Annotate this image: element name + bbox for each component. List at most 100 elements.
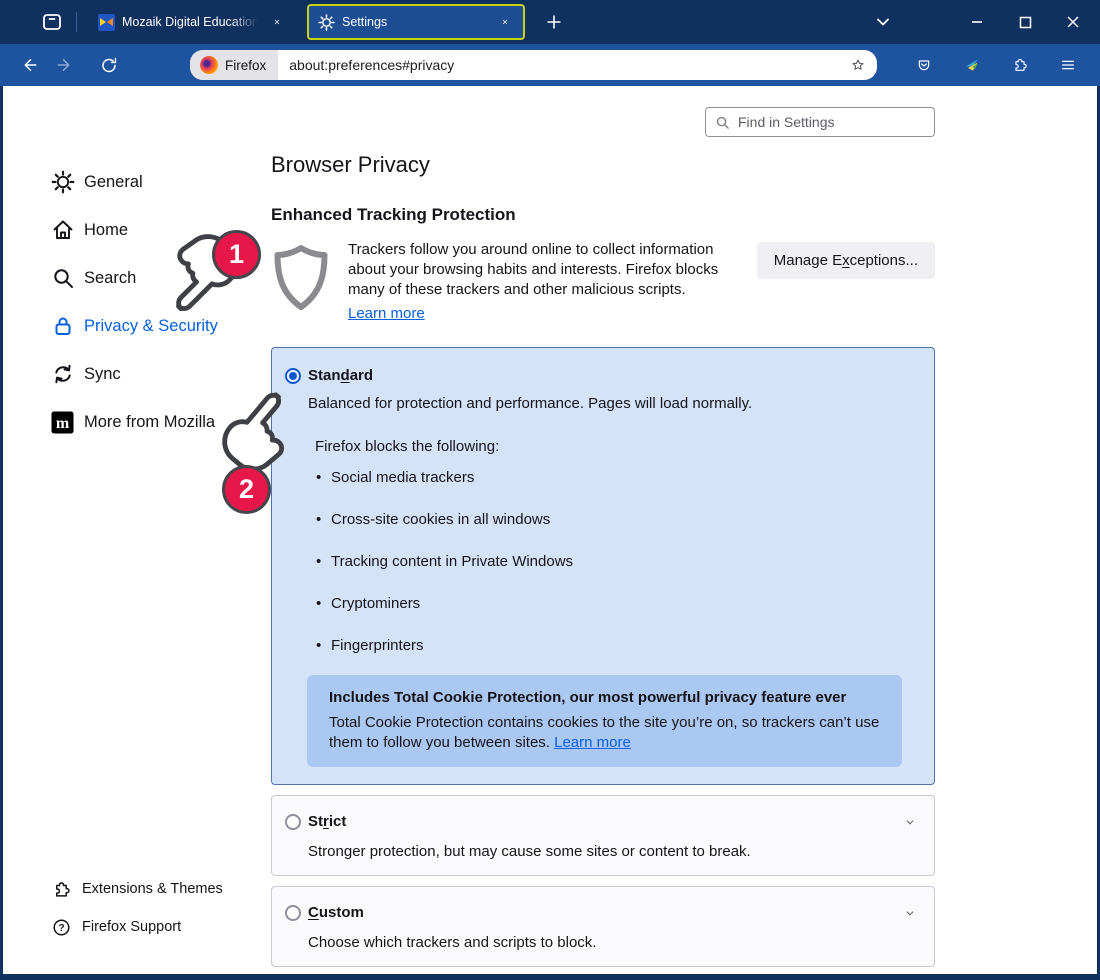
chevron-down-icon — [905, 906, 915, 921]
puzzle-icon — [1012, 55, 1028, 75]
etp-description: Trackers follow you around online to col… — [348, 241, 718, 298]
find-in-settings[interactable] — [705, 107, 935, 137]
sidebar-item-extensions-themes[interactable]: Extensions & Themes — [3, 870, 223, 908]
sync-icon — [50, 362, 75, 387]
maximize-button[interactable] — [1008, 6, 1042, 38]
sidebar-item-firefox-support[interactable]: ? Firefox Support — [3, 908, 223, 946]
firefox-search-chip[interactable]: Firefox — [190, 50, 278, 80]
sidebar-item-home[interactable]: Home — [3, 206, 271, 254]
hamburger-icon — [1060, 55, 1076, 75]
list-item: Social media trackers — [316, 468, 918, 488]
sidebar-item-label: Privacy & Security — [84, 317, 218, 336]
extension-bird-button[interactable] — [958, 51, 986, 79]
custom-radio[interactable] — [285, 905, 301, 921]
back-button[interactable] — [14, 50, 44, 80]
minimize-icon — [970, 15, 984, 29]
reload-button[interactable] — [94, 50, 124, 80]
blocks-heading: Firefox blocks the following: — [315, 438, 918, 455]
home-icon — [50, 218, 75, 243]
standard-radio[interactable] — [285, 368, 301, 384]
sidebar-item-label: Home — [84, 221, 128, 240]
address-bar[interactable]: Firefox about:preferences#privacy — [190, 50, 877, 80]
minimize-button[interactable] — [960, 6, 994, 38]
total-cookie-protection-callout: Includes Total Cookie Protection, our mo… — [307, 675, 902, 767]
firefox-view-icon — [40, 10, 64, 34]
standard-label: Standard — [308, 367, 373, 384]
custom-description: Choose which trackers and scripts to blo… — [308, 934, 918, 951]
gear-icon — [318, 14, 335, 31]
tab-settings[interactable]: Settings — [307, 4, 525, 40]
menu-button[interactable] — [1054, 51, 1082, 79]
firefox-view-button[interactable] — [36, 6, 68, 38]
list-item: Fingerprinters — [316, 636, 918, 656]
settings-sidebar: General Home Searc — [3, 86, 271, 974]
sidebar-item-search[interactable]: Search — [3, 254, 271, 302]
search-icon — [50, 266, 75, 291]
list-item: Cryptominers — [316, 594, 918, 614]
question-icon: ? — [52, 918, 71, 937]
chevron-down-icon — [875, 14, 891, 30]
strict-expand-button[interactable] — [899, 811, 921, 833]
standard-description: Balanced for protection and performance.… — [308, 395, 918, 412]
svg-text:?: ? — [58, 922, 64, 933]
strict-radio[interactable] — [285, 814, 301, 830]
reload-icon — [100, 55, 118, 76]
window-controls — [866, 6, 1090, 38]
puzzle-icon — [52, 880, 71, 899]
sidebar-item-label: Sync — [84, 365, 121, 384]
close-window-button[interactable] — [1056, 6, 1090, 38]
extensions-button[interactable] — [1006, 51, 1034, 79]
sidebar-item-general[interactable]: General — [3, 158, 271, 206]
strict-label: Strict — [308, 813, 346, 830]
tab-close-button[interactable] — [496, 13, 514, 31]
close-icon — [1066, 15, 1080, 29]
option-strict-card[interactable]: Strict Stronger protection, but may caus… — [271, 795, 935, 876]
firefox-window: Mozaik Digital Education and Le Settings — [0, 0, 1100, 980]
tab-list-button[interactable] — [866, 6, 900, 38]
list-item: Tracking content in Private Windows — [316, 552, 918, 572]
maximize-icon — [1019, 16, 1032, 29]
sidebar-item-label: Firefox Support — [82, 919, 181, 935]
settings-page: General Home Searc — [3, 86, 1097, 974]
new-tab-button[interactable] — [539, 7, 569, 37]
svg-text:m: m — [56, 415, 70, 432]
mozaik-favicon — [98, 14, 115, 31]
section-title: Enhanced Tracking Protection — [271, 205, 935, 225]
sidebar-item-label: Search — [84, 269, 136, 288]
navigation-toolbar: Firefox about:preferences#privacy — [0, 44, 1100, 86]
learn-more-link[interactable]: Learn more — [554, 734, 631, 751]
option-custom-card[interactable]: Custom Choose which trackers and scripts… — [271, 886, 935, 967]
option-standard-card[interactable]: Standard Balanced for protection and per… — [271, 347, 935, 785]
tab-title: Mozaik Digital Education and Le — [122, 15, 261, 29]
pocket-button[interactable] — [910, 51, 938, 79]
list-item: Cross-site cookies in all windows — [316, 510, 918, 530]
sidebar-item-label: Extensions & Themes — [82, 881, 223, 897]
close-icon — [502, 16, 508, 28]
back-arrow-icon — [20, 54, 38, 76]
forward-button[interactable] — [50, 50, 80, 80]
callout-title: Includes Total Cookie Protection, our mo… — [329, 689, 880, 706]
sidebar-item-more-from-mozilla[interactable]: m More from Mozilla — [3, 398, 271, 446]
custom-expand-button[interactable] — [899, 902, 921, 924]
manage-exceptions-button[interactable]: Manage Exceptions... — [757, 242, 935, 279]
lock-icon — [50, 314, 75, 339]
tab-close-button[interactable] — [268, 13, 286, 31]
privacy-settings-main: Browser Privacy Enhanced Tracking Protec… — [271, 86, 935, 967]
tab-mozaik[interactable]: Mozaik Digital Education and Le — [89, 5, 295, 39]
shield-icon — [271, 244, 331, 312]
sidebar-item-label: More from Mozilla — [84, 413, 215, 432]
star-icon — [851, 56, 865, 74]
sidebar-item-label: General — [84, 173, 143, 192]
sidebar-item-sync[interactable]: Sync — [3, 350, 271, 398]
mozilla-icon: m — [50, 410, 75, 435]
learn-more-link[interactable]: Learn more — [348, 304, 425, 324]
close-icon — [274, 16, 280, 28]
sidebar-item-privacy-security[interactable]: Privacy & Security — [3, 302, 271, 350]
plus-icon — [546, 14, 562, 30]
find-in-settings-input[interactable] — [736, 113, 925, 131]
chip-label: Firefox — [225, 58, 266, 73]
toolbar-buttons — [910, 51, 1086, 79]
bookmark-star-button[interactable] — [845, 52, 871, 78]
firefox-logo-icon — [200, 56, 218, 74]
tab-title: Settings — [342, 15, 489, 29]
